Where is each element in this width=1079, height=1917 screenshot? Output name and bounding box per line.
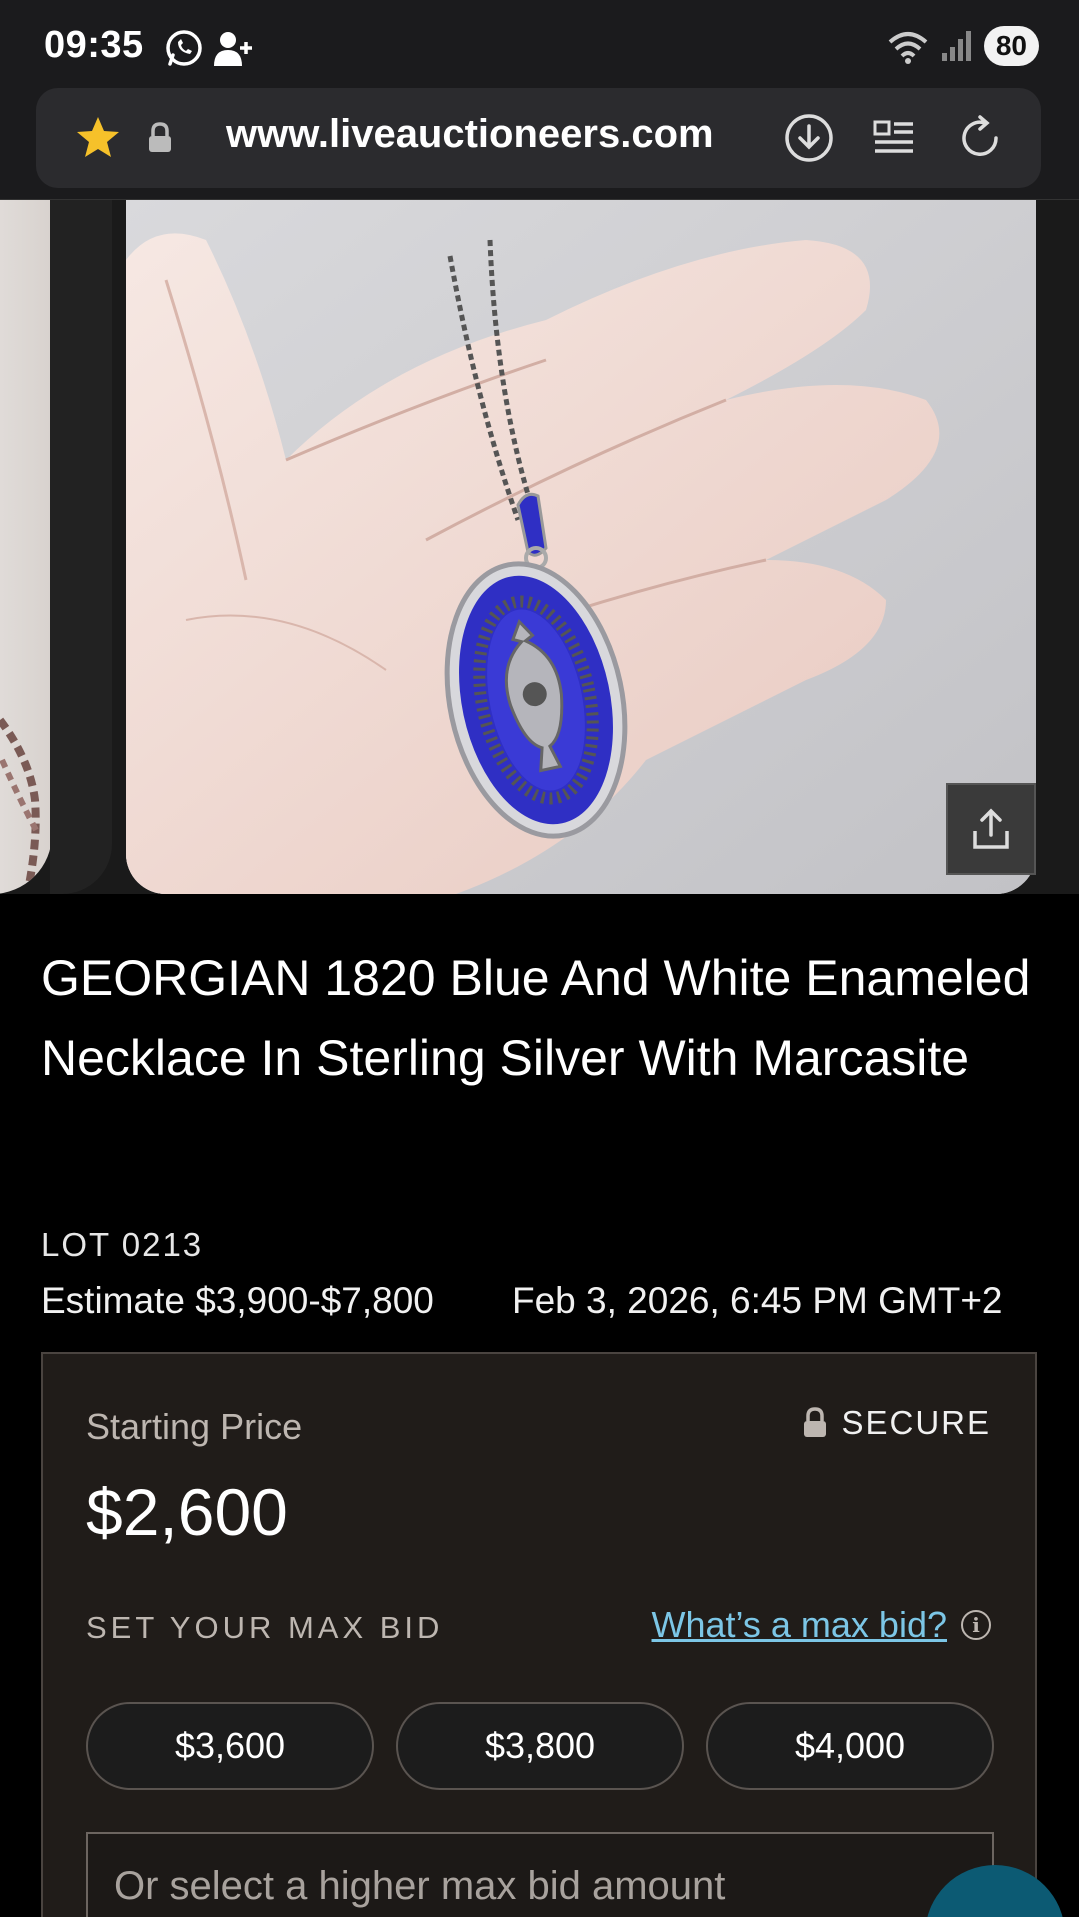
star-icon[interactable]	[74, 114, 122, 162]
auction-date: Feb 3, 2026, 6:45 PM GMT+2	[512, 1280, 1003, 1321]
status-bar: 09:35 80	[0, 0, 1079, 88]
signal-icon	[941, 31, 971, 61]
lock-icon	[149, 122, 171, 152]
person-add-icon	[214, 32, 252, 66]
share-icon	[973, 808, 1009, 849]
reader-icon[interactable]	[866, 110, 922, 166]
main-product-photo[interactable]	[126, 200, 1036, 894]
battery-indicator: 80	[983, 26, 1039, 66]
lot-title: GEORGIAN 1820 Blue And White Enameled Ne…	[41, 950, 1031, 1086]
starting-price-label: Starting Price	[86, 1406, 303, 1447]
previous-slide[interactable]	[0, 200, 52, 894]
whatsapp-icon	[166, 30, 202, 66]
reload-icon[interactable]	[952, 110, 1008, 166]
higher-max-bid-placeholder: Or select a higher max bid amount	[114, 1864, 726, 1908]
download-icon[interactable]	[781, 110, 837, 166]
info-icon[interactable]: i	[961, 1610, 991, 1640]
bid-options: $3,600 $3,800 $4,000	[86, 1702, 994, 1790]
bid-option-button[interactable]: $3,600	[86, 1702, 374, 1790]
share-button[interactable]	[946, 783, 1036, 875]
image-carousel[interactable]	[0, 200, 1079, 894]
url-text[interactable]: www.liveauctioneers.com	[226, 112, 714, 157]
pendant-in-hand-photo	[126, 200, 1036, 894]
set-max-bid-label: SET YOUR MAX BID	[86, 1610, 444, 1645]
bid-panel: Starting Price SECURE $2,600 SET YOUR MA…	[41, 1352, 1037, 1917]
bid-option-button[interactable]: $4,000	[706, 1702, 994, 1790]
slide-gap	[50, 200, 112, 894]
url-bar[interactable]: www.liveauctioneers.com	[36, 88, 1041, 188]
wifi-icon	[888, 32, 928, 64]
lock-icon	[804, 1407, 827, 1437]
previous-slide-chain-photo	[0, 717, 40, 891]
estimate: Estimate $3,900-$7,800	[41, 1280, 434, 1321]
status-time: 09:35	[44, 24, 144, 66]
status-right: 80	[886, 26, 1039, 66]
whats-max-bid[interactable]: What’s a max bid? i	[652, 1604, 991, 1646]
secure-label: SECURE	[841, 1404, 991, 1441]
secure-badge: SECURE	[801, 1404, 991, 1442]
starting-price: $2,600	[86, 1475, 288, 1549]
whats-max-bid-link[interactable]: What’s a max bid?	[652, 1604, 947, 1646]
bid-option-button[interactable]: $3,800	[396, 1702, 684, 1790]
higher-max-bid-select[interactable]: Or select a higher max bid amount	[86, 1832, 994, 1917]
lot-number: LOT 0213	[41, 1226, 204, 1263]
